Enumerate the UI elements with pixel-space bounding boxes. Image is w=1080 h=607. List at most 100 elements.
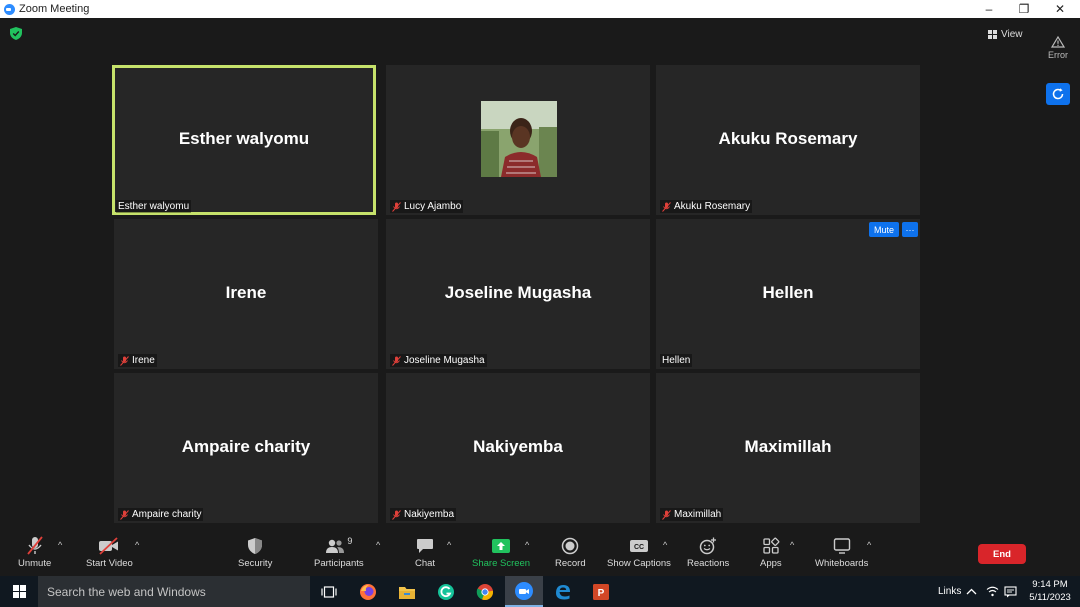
- maximize-button[interactable]: ❐: [1006, 0, 1042, 18]
- participants-options-caret[interactable]: ^: [376, 540, 380, 550]
- security-button[interactable]: Security: [238, 536, 272, 569]
- participant-label-text: Ampaire charity: [132, 509, 202, 520]
- participant-name-large: Akuku Rosemary: [718, 129, 858, 148]
- participant-tile[interactable]: Nakiyemba Nakiyemba: [386, 373, 650, 523]
- muted-mic-icon: [392, 355, 401, 366]
- share-screen-label: Share Screen: [472, 558, 531, 569]
- participant-label-text: Esther walyomu: [118, 201, 190, 212]
- security-label: Security: [238, 558, 273, 569]
- share-options-caret[interactable]: ^: [525, 540, 529, 550]
- task-view-button[interactable]: [310, 576, 348, 607]
- participant-tile[interactable]: Irene Irene: [114, 219, 378, 369]
- zoom-app-icon: [515, 581, 533, 600]
- taskbar-chrome[interactable]: [466, 576, 504, 607]
- clock-time: 9:14 PM: [1032, 579, 1068, 590]
- participants-button[interactable]: 9 Participants: [314, 536, 364, 569]
- taskbar-firefox[interactable]: [349, 576, 387, 607]
- participant-tile[interactable]: Mute ··· Hellen Hellen: [656, 219, 920, 369]
- zoom-logo-icon: [4, 3, 15, 15]
- view-label: View: [1001, 28, 1023, 40]
- video-off-icon: [99, 537, 119, 555]
- whiteboards-button[interactable]: Whiteboards: [815, 536, 868, 569]
- taskbar-links-toolbar[interactable]: Links: [938, 576, 961, 607]
- chevron-up-icon: [966, 588, 977, 595]
- whiteboards-label: Whiteboards: [815, 558, 869, 569]
- participant-tile[interactable]: Maximillah Maximillah: [656, 373, 920, 523]
- participant-tile[interactable]: Joseline Mugasha Joseline Mugasha: [386, 219, 650, 369]
- action-center-button[interactable]: [1004, 576, 1017, 607]
- end-meeting-button[interactable]: End: [978, 544, 1026, 564]
- participant-tile[interactable]: Lucy Ajambo: [386, 65, 650, 215]
- error-indicator[interactable]: Error: [1043, 35, 1073, 60]
- refresh-button[interactable]: [1046, 83, 1070, 105]
- links-label: Links: [938, 586, 962, 597]
- taskbar-zoom[interactable]: [505, 576, 543, 607]
- apps-options-caret[interactable]: ^: [790, 540, 794, 550]
- tile-hover-tools: Mute ···: [868, 222, 918, 237]
- error-label: Error: [1048, 50, 1068, 60]
- show-captions-button[interactable]: CC Show Captions: [607, 536, 671, 569]
- encryption-shield-icon[interactable]: [10, 27, 22, 40]
- start-video-label: Start Video: [86, 558, 133, 569]
- muted-mic-icon: [662, 509, 671, 520]
- share-screen-button[interactable]: Share Screen: [472, 536, 530, 569]
- participants-icon: [326, 539, 345, 553]
- taskbar-clock[interactable]: 9:14 PM 5/11/2023: [1022, 578, 1078, 604]
- taskbar-powerpoint[interactable]: P: [582, 576, 620, 607]
- meeting-toolbar: Unmute ^ Start Video ^ Security 9 Partic…: [0, 530, 1080, 576]
- participant-name-large: Hellen: [762, 283, 814, 302]
- participant-name-large: Irene: [225, 283, 267, 302]
- participant-label: Hellen: [660, 354, 693, 367]
- taskbar-edge[interactable]: [544, 576, 582, 607]
- participant-label: Esther walyomu: [116, 200, 192, 213]
- wifi-icon: [986, 586, 999, 597]
- windows-taskbar: Search the web and Windows P Links 9:14 …: [0, 576, 1080, 607]
- participant-label: Joseline Mugasha: [390, 354, 487, 367]
- more-options-button[interactable]: ···: [902, 222, 918, 237]
- show-hidden-icons-button[interactable]: [966, 576, 977, 607]
- minimize-button[interactable]: –: [971, 0, 1007, 18]
- taskbar-search-input[interactable]: Search the web and Windows: [38, 576, 310, 607]
- video-options-caret[interactable]: ^: [135, 540, 139, 550]
- participant-label: Ampaire charity: [118, 508, 204, 521]
- view-button[interactable]: View: [988, 26, 1023, 42]
- reactions-button[interactable]: Reactions: [687, 536, 729, 569]
- firefox-icon: [360, 583, 376, 600]
- participant-tile[interactable]: Akuku Rosemary Akuku Rosemary: [656, 65, 920, 215]
- captions-options-caret[interactable]: ^: [663, 540, 667, 550]
- whiteboards-options-caret[interactable]: ^: [867, 540, 871, 550]
- folder-icon: [399, 586, 415, 599]
- participant-tile[interactable]: Ampaire charity Ampaire charity: [114, 373, 378, 523]
- clock-date: 5/11/2023: [1029, 592, 1071, 603]
- apps-button[interactable]: Apps: [760, 536, 782, 569]
- apps-label: Apps: [760, 558, 782, 569]
- close-window-button[interactable]: ✕: [1042, 0, 1078, 18]
- start-button[interactable]: [0, 576, 38, 607]
- powerpoint-icon: P: [593, 583, 609, 600]
- muted-mic-icon: [120, 355, 129, 366]
- mute-participant-button[interactable]: Mute: [868, 222, 899, 237]
- record-button[interactable]: Record: [555, 536, 586, 569]
- start-video-button[interactable]: Start Video: [86, 536, 133, 569]
- chat-options-caret[interactable]: ^: [447, 540, 451, 550]
- captions-icon: CC: [629, 540, 648, 552]
- participants-count: 9: [347, 536, 353, 546]
- unmute-button[interactable]: Unmute: [18, 536, 51, 569]
- audio-options-caret[interactable]: ^: [58, 540, 62, 550]
- refresh-icon: [1052, 88, 1064, 100]
- notification-icon: [1004, 585, 1017, 597]
- muted-mic-icon: [26, 536, 43, 555]
- window-title: Zoom Meeting: [19, 3, 90, 15]
- meeting-area: View Error Esther walyomu Esther walyomu: [0, 18, 1080, 530]
- chat-bubble-icon: [417, 539, 434, 553]
- muted-mic-icon: [120, 509, 129, 520]
- participant-label: Maximillah: [660, 508, 724, 521]
- taskbar-file-explorer[interactable]: [388, 576, 426, 607]
- network-status[interactable]: [986, 576, 999, 607]
- participant-tile[interactable]: Esther walyomu Esther walyomu: [112, 65, 376, 215]
- warning-triangle-icon: [1050, 35, 1066, 48]
- chat-button[interactable]: Chat: [415, 536, 435, 569]
- taskbar-grammarly[interactable]: [427, 576, 465, 607]
- participant-label-text: Nakiyemba: [404, 509, 455, 520]
- svg-text:P: P: [598, 588, 605, 599]
